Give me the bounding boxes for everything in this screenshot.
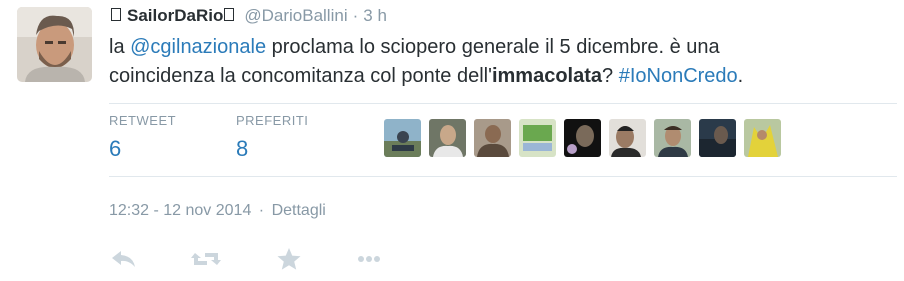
- favoriter-avatar[interactable]: [564, 119, 601, 157]
- favoriter-avatar[interactable]: [429, 119, 466, 157]
- tweet-text-bold: immacolata: [491, 65, 603, 87]
- stats-top-divider: [109, 103, 897, 104]
- tweet-time-ago[interactable]: 3 h: [363, 6, 387, 26]
- retweets-count[interactable]: 6: [109, 136, 176, 162]
- favoriter-avatar[interactable]: [699, 119, 736, 157]
- user-handle[interactable]: @DarioBallini: [244, 6, 347, 26]
- meta-separator: ·: [258, 202, 265, 219]
- favorites-stat[interactable]: PREFERITI 8: [236, 113, 308, 162]
- tweet-text-part: ?: [602, 65, 619, 87]
- header-separator: ·: [352, 6, 359, 25]
- hashtag-link[interactable]: #IoNonCredo: [619, 65, 738, 87]
- tweet-meta: 12:32 - 12 nov 2014 · Dettagli: [109, 202, 326, 220]
- favoriter-avatars: [384, 119, 789, 159]
- favoriter-avatar[interactable]: [519, 119, 556, 157]
- more-icon[interactable]: [353, 245, 387, 278]
- tweet-header: SailorDaRio @DarioBallini · 3 h: [109, 6, 387, 28]
- user-fullname[interactable]: SailorDaRio: [127, 6, 223, 26]
- favoriter-avatar[interactable]: [384, 119, 421, 157]
- favoriter-avatar[interactable]: [744, 119, 781, 157]
- favoriter-avatar[interactable]: [654, 119, 691, 157]
- reply-icon[interactable]: [109, 245, 139, 278]
- emoji-glyph-icon: [224, 8, 235, 21]
- stats-bottom-divider: [109, 176, 897, 177]
- favorite-star-icon[interactable]: [274, 245, 304, 278]
- tweet-text: la @cgilnazionale proclama lo sciopero g…: [109, 33, 829, 91]
- retweets-label: RETWEET: [109, 113, 177, 128]
- details-link[interactable]: Dettagli: [272, 202, 326, 219]
- tweet-text-part: .: [737, 65, 744, 87]
- tweet-text-part: la: [109, 36, 131, 58]
- favorites-label: PREFERITI: [236, 113, 309, 128]
- user-avatar[interactable]: [17, 7, 92, 82]
- emoji-glyph-icon: [111, 8, 121, 21]
- retweet-icon[interactable]: [189, 245, 223, 278]
- tweet-timestamp[interactable]: 12:32 - 12 nov 2014: [109, 202, 251, 219]
- mention-link[interactable]: @cgilnazionale: [130, 36, 266, 58]
- favoriter-avatar[interactable]: [474, 119, 511, 157]
- favorites-count[interactable]: 8: [236, 136, 308, 162]
- favoriter-avatar[interactable]: [609, 119, 646, 157]
- retweets-stat[interactable]: RETWEET 6: [109, 113, 176, 162]
